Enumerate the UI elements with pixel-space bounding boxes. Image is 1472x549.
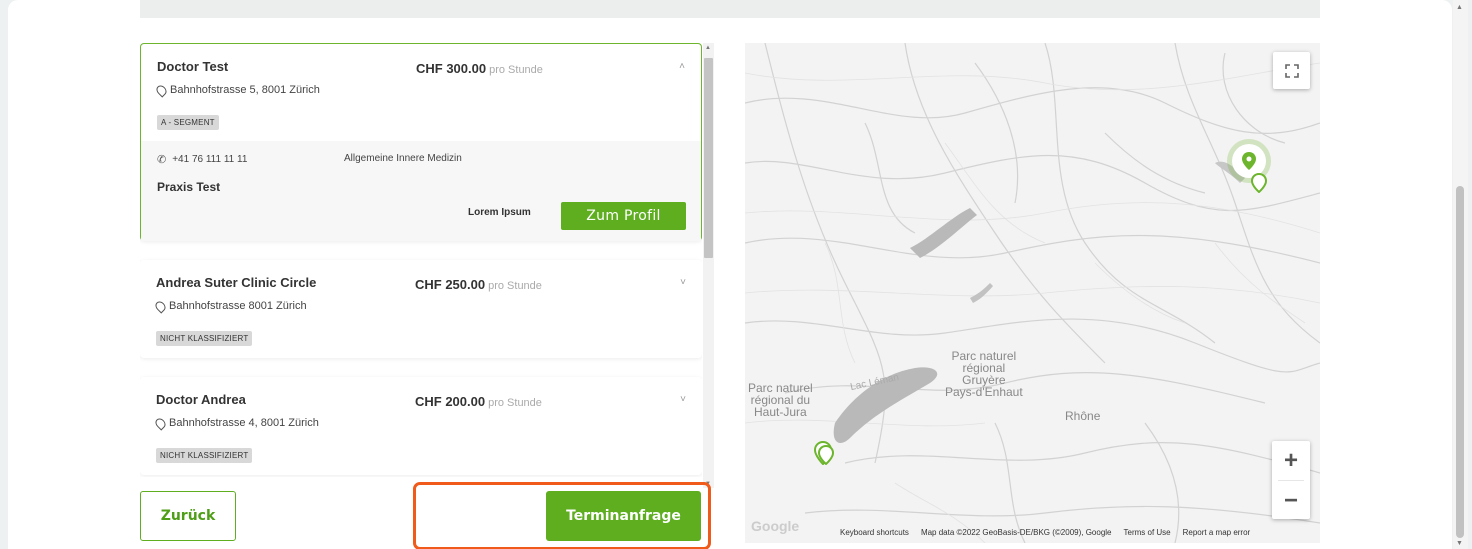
segment-badge: A - SEGMENT — [157, 115, 219, 130]
fullscreen-glyph — [1284, 63, 1299, 78]
fullscreen-icon[interactable] — [1273, 52, 1310, 89]
doctor-list[interactable]: Doctor Test CHF 300.00 pro Stunde ˄ Bahnh… — [140, 43, 702, 477]
location-marker-icon[interactable] — [817, 444, 835, 470]
doctor-address: Bahnhofstrasse 8001 Zürich — [153, 298, 307, 314]
page-scroll-thumb[interactable] — [1456, 186, 1464, 538]
chevron-down-icon[interactable]: ˅ — [680, 394, 686, 405]
back-button[interactable]: Zurück — [140, 491, 236, 541]
price-value: CHF 250.00 — [415, 277, 486, 292]
scroll-up-arrow-icon[interactable]: ▲ — [705, 45, 711, 51]
keyboard-shortcuts-link[interactable]: Keyboard shortcuts — [840, 528, 909, 537]
doctor-price: CHF 250.00 pro Stunde — [415, 277, 542, 292]
location-pin-icon — [153, 415, 168, 431]
list-scroll-thumb[interactable] — [704, 58, 713, 258]
report-error-link[interactable]: Report a map error — [1183, 528, 1251, 537]
zoom-in-button[interactable]: + — [1272, 441, 1310, 480]
chevron-down-icon[interactable]: ˅ — [680, 277, 686, 288]
doctor-address: Bahnhofstrasse 5, 8001 Zürich — [154, 82, 320, 98]
praxis-name: Praxis Test — [157, 180, 221, 194]
map[interactable]: Parc naturel régional du Haut-Jura Lac Lém… — [745, 43, 1320, 543]
scroll-down-arrow-icon[interactable]: ▼ — [1456, 540, 1463, 547]
marker-pin-glyph — [817, 444, 835, 466]
doctor-phone: ✆ +41 76 111 11 11 — [157, 153, 247, 166]
price-unit: pro Stunde — [489, 64, 543, 76]
price-value: CHF 200.00 — [415, 394, 486, 409]
doctor-name: Doctor Andrea — [156, 392, 246, 407]
map-label-jura: Parc naturel régional du Haut-Jura — [748, 381, 813, 419]
chevron-up-icon[interactable]: ˄ — [679, 61, 685, 72]
map-attribution: Keyboard shortcuts Map data ©2022 GeoBas… — [840, 528, 1250, 537]
location-pin-icon — [153, 298, 168, 314]
address-text: Bahnhofstrasse 8001 Zürich — [169, 300, 307, 312]
marker-pin-glyph — [1242, 152, 1256, 170]
lorem-text: Lorem Ipsum — [468, 207, 531, 218]
phone-text: +41 76 111 11 11 — [172, 154, 248, 165]
doctor-card[interactable]: Doctor Test CHF 300.00 pro Stunde ˄ Bahnh… — [140, 43, 702, 241]
list-scrollbar[interactable]: ▲ ▼ — [703, 43, 714, 488]
map-data-text: Map data ©2022 GeoBasis-DE/BKG (©2009), … — [920, 528, 1112, 537]
marker-pin-glyph — [1250, 172, 1268, 194]
appointment-request-button[interactable]: Terminanfrage — [546, 491, 701, 541]
map-label-gruyere: Parc naturel régional Gruyère Pays-d'Enhaut — [945, 349, 1023, 399]
price-unit: pro Stunde — [488, 280, 542, 292]
map-label-rhone: Rhône — [1065, 409, 1101, 423]
page-scrollbar[interactable]: ▲ ▼ — [1453, 0, 1468, 549]
address-text: Bahnhofstrasse 4, 8001 Zürich — [169, 417, 319, 429]
top-bar — [140, 0, 1320, 18]
zoom-out-button[interactable]: − — [1272, 481, 1310, 520]
doctor-price: CHF 300.00 pro Stunde — [416, 61, 543, 76]
segment-badge: NICHT KLASSIFIZIERT — [156, 448, 253, 463]
doctor-name: Doctor Test — [157, 59, 229, 74]
doctor-name: Andrea Suter Clinic Circle — [156, 275, 317, 290]
location-pin-icon — [154, 82, 169, 98]
doctor-card[interactable]: Doctor Andrea CHF 200.00 pro Stunde ˅ Bah… — [140, 377, 702, 475]
scroll-up-arrow-icon[interactable]: ▲ — [1456, 4, 1463, 11]
doctor-price: CHF 200.00 pro Stunde — [415, 394, 542, 409]
doctor-card[interactable]: Andrea Suter Clinic Circle CHF 250.00 pro… — [140, 260, 702, 358]
address-text: Bahnhofstrasse 5, 8001 Zürich — [170, 84, 320, 96]
price-value: CHF 300.00 — [416, 61, 487, 76]
doctor-address: Bahnhofstrasse 4, 8001 Zürich — [153, 415, 319, 431]
zoom-control[interactable]: + − — [1272, 441, 1310, 519]
price-unit: pro Stunde — [488, 397, 542, 409]
doctor-specialty: Allgemeine Innere Medizin — [344, 153, 462, 164]
doctor-details: ✆ +41 76 111 11 11 Allgemeine Innere Medi… — [141, 141, 701, 241]
segment-badge: NICHT KLASSIFIZIERT — [156, 331, 253, 346]
terms-link[interactable]: Terms of Use — [1124, 528, 1171, 537]
location-marker-icon[interactable] — [1250, 172, 1268, 198]
phone-icon: ✆ — [157, 154, 167, 166]
google-logo: Google — [751, 518, 800, 534]
profile-button[interactable]: Zum Profil — [561, 202, 686, 230]
